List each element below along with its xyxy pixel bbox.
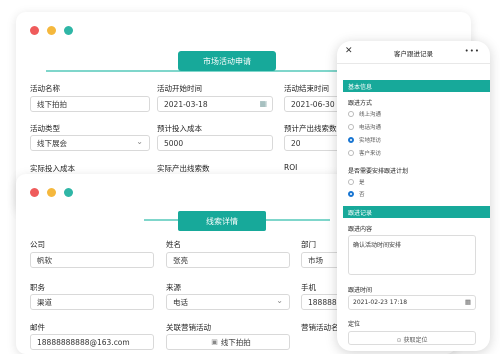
field-value: 线下展会 [37, 138, 67, 148]
form-title: 线索详情 [178, 211, 266, 231]
field-value: 20 [291, 138, 301, 148]
radio-label: 线上沟通 [359, 112, 382, 118]
radio-plan-no[interactable] [348, 191, 354, 197]
field-value: 2021-03-18 [164, 99, 208, 109]
radio-label: 实地拜访 [359, 138, 382, 144]
name-input[interactable]: 张亮 [166, 252, 290, 268]
calendar-icon: ▦ [464, 298, 471, 306]
button-label: 获取定位 [403, 337, 428, 344]
field-value: 18888888888@163.com [37, 337, 130, 347]
expected-cost-input[interactable]: 5000 [157, 135, 273, 151]
field-label: 跟进方式 [348, 100, 373, 107]
radio-label: 否 [359, 192, 365, 198]
field-label: 姓名 [166, 240, 181, 249]
radio-follow-client-visit[interactable] [348, 150, 354, 156]
field-label: 关联营销活动 [166, 323, 211, 332]
mobile-follow-up-screen: ✕ 客户跟进记录 ••• 基本信息 跟进方式 线上沟通 电话沟通 实地拜访 客户… [337, 41, 490, 351]
follow-content-textarea[interactable]: 确认活动时间安排 [348, 235, 476, 275]
department-input[interactable]: 市场 [301, 252, 341, 268]
chevron-down-icon: ⌄ [136, 137, 143, 146]
section-header-record: 跟进记录 [343, 206, 490, 218]
radio-plan-yes[interactable] [348, 179, 354, 185]
maximize-dot[interactable] [64, 26, 73, 35]
field-label: 定位 [348, 321, 361, 328]
field-label: ROI [284, 163, 298, 172]
field-label: 手机 [301, 283, 316, 292]
field-label: 跟进时间 [348, 287, 373, 294]
field-value: 渠道 [37, 297, 52, 307]
chevron-down-icon: ⌄ [276, 296, 283, 305]
position-input[interactable]: 渠道 [30, 294, 154, 310]
email-input[interactable]: 18888888888@163.com [30, 334, 154, 350]
field-label: 预计投入成本 [157, 124, 202, 133]
mobile-input[interactable]: 18888888 [301, 294, 341, 310]
field-label: 公司 [30, 240, 45, 249]
field-label: 部门 [301, 240, 316, 249]
expected-leads-input[interactable]: 20 [284, 135, 344, 151]
field-value: 帆软 [37, 255, 52, 265]
field-label: 跟进内容 [348, 226, 373, 233]
close-dot[interactable] [30, 26, 39, 35]
minimize-dot[interactable] [47, 188, 56, 197]
maximize-dot[interactable] [64, 188, 73, 197]
source-select[interactable]: 电话 ⌄ [166, 294, 290, 310]
field-label: 预计产出线索数 [284, 124, 337, 133]
follow-time-input[interactable]: 2021-02-23 17:18 ▦ [348, 295, 476, 310]
get-location-button[interactable]: ⊙ 获取定位 [348, 331, 476, 345]
company-input[interactable]: 帆软 [30, 252, 154, 268]
radio-label: 是 [359, 180, 365, 186]
radio-label: 电话沟通 [359, 125, 382, 131]
window-controls [30, 188, 73, 197]
related-activity-select[interactable]: ▣ 线下拍拍 [166, 334, 290, 350]
field-label: 职务 [30, 283, 45, 292]
field-label: 活动类型 [30, 124, 60, 133]
field-label: 营销活动名 [301, 323, 339, 332]
activity-name-input[interactable]: 线下拍拍 [30, 96, 150, 112]
minimize-dot[interactable] [47, 26, 56, 35]
section-header-basic: 基本信息 [343, 80, 490, 92]
field-label: 活动结束时间 [284, 84, 329, 93]
field-value: 线下拍拍 [37, 99, 67, 109]
radio-follow-phone[interactable] [348, 124, 354, 130]
field-value: 5000 [164, 138, 184, 148]
field-label: 来源 [166, 283, 181, 292]
end-date-input[interactable]: 2021-06-30 [284, 96, 344, 112]
phone-header: ✕ 客户跟进记录 ••• [337, 41, 490, 64]
radio-follow-online[interactable] [348, 111, 354, 117]
field-value: 2021-06-30 [291, 99, 335, 109]
field-value: 电话 [173, 297, 188, 307]
radio-follow-visit[interactable] [348, 137, 354, 143]
field-label: 实际产出线索数 [157, 164, 210, 173]
activity-type-select[interactable]: 线下展会 ⌄ [30, 135, 150, 151]
field-label: 邮件 [30, 323, 45, 332]
radio-label: 客户来访 [359, 151, 382, 157]
window-controls [30, 26, 73, 35]
form-title: 市场活动申请 [178, 51, 276, 71]
field-value: 市场 [308, 255, 323, 265]
start-date-input[interactable]: 2021-03-18 ▦ [157, 96, 273, 112]
more-icon[interactable]: ••• [465, 47, 480, 55]
field-value: 张亮 [173, 255, 188, 265]
field-label: 活动名称 [30, 84, 60, 93]
field-label: 活动开始时间 [157, 84, 202, 93]
close-dot[interactable] [30, 188, 39, 197]
field-value: 2021-02-23 17:18 [353, 299, 408, 306]
field-value: 线下拍拍 [220, 337, 251, 347]
calendar-icon: ▦ [259, 99, 267, 108]
location-icon: ⊙ [396, 337, 402, 344]
field-label: 是否需要安排跟进计划 [348, 168, 409, 175]
field-label: 实际投入成本 [30, 164, 75, 173]
file-icon: ▣ [211, 338, 218, 346]
